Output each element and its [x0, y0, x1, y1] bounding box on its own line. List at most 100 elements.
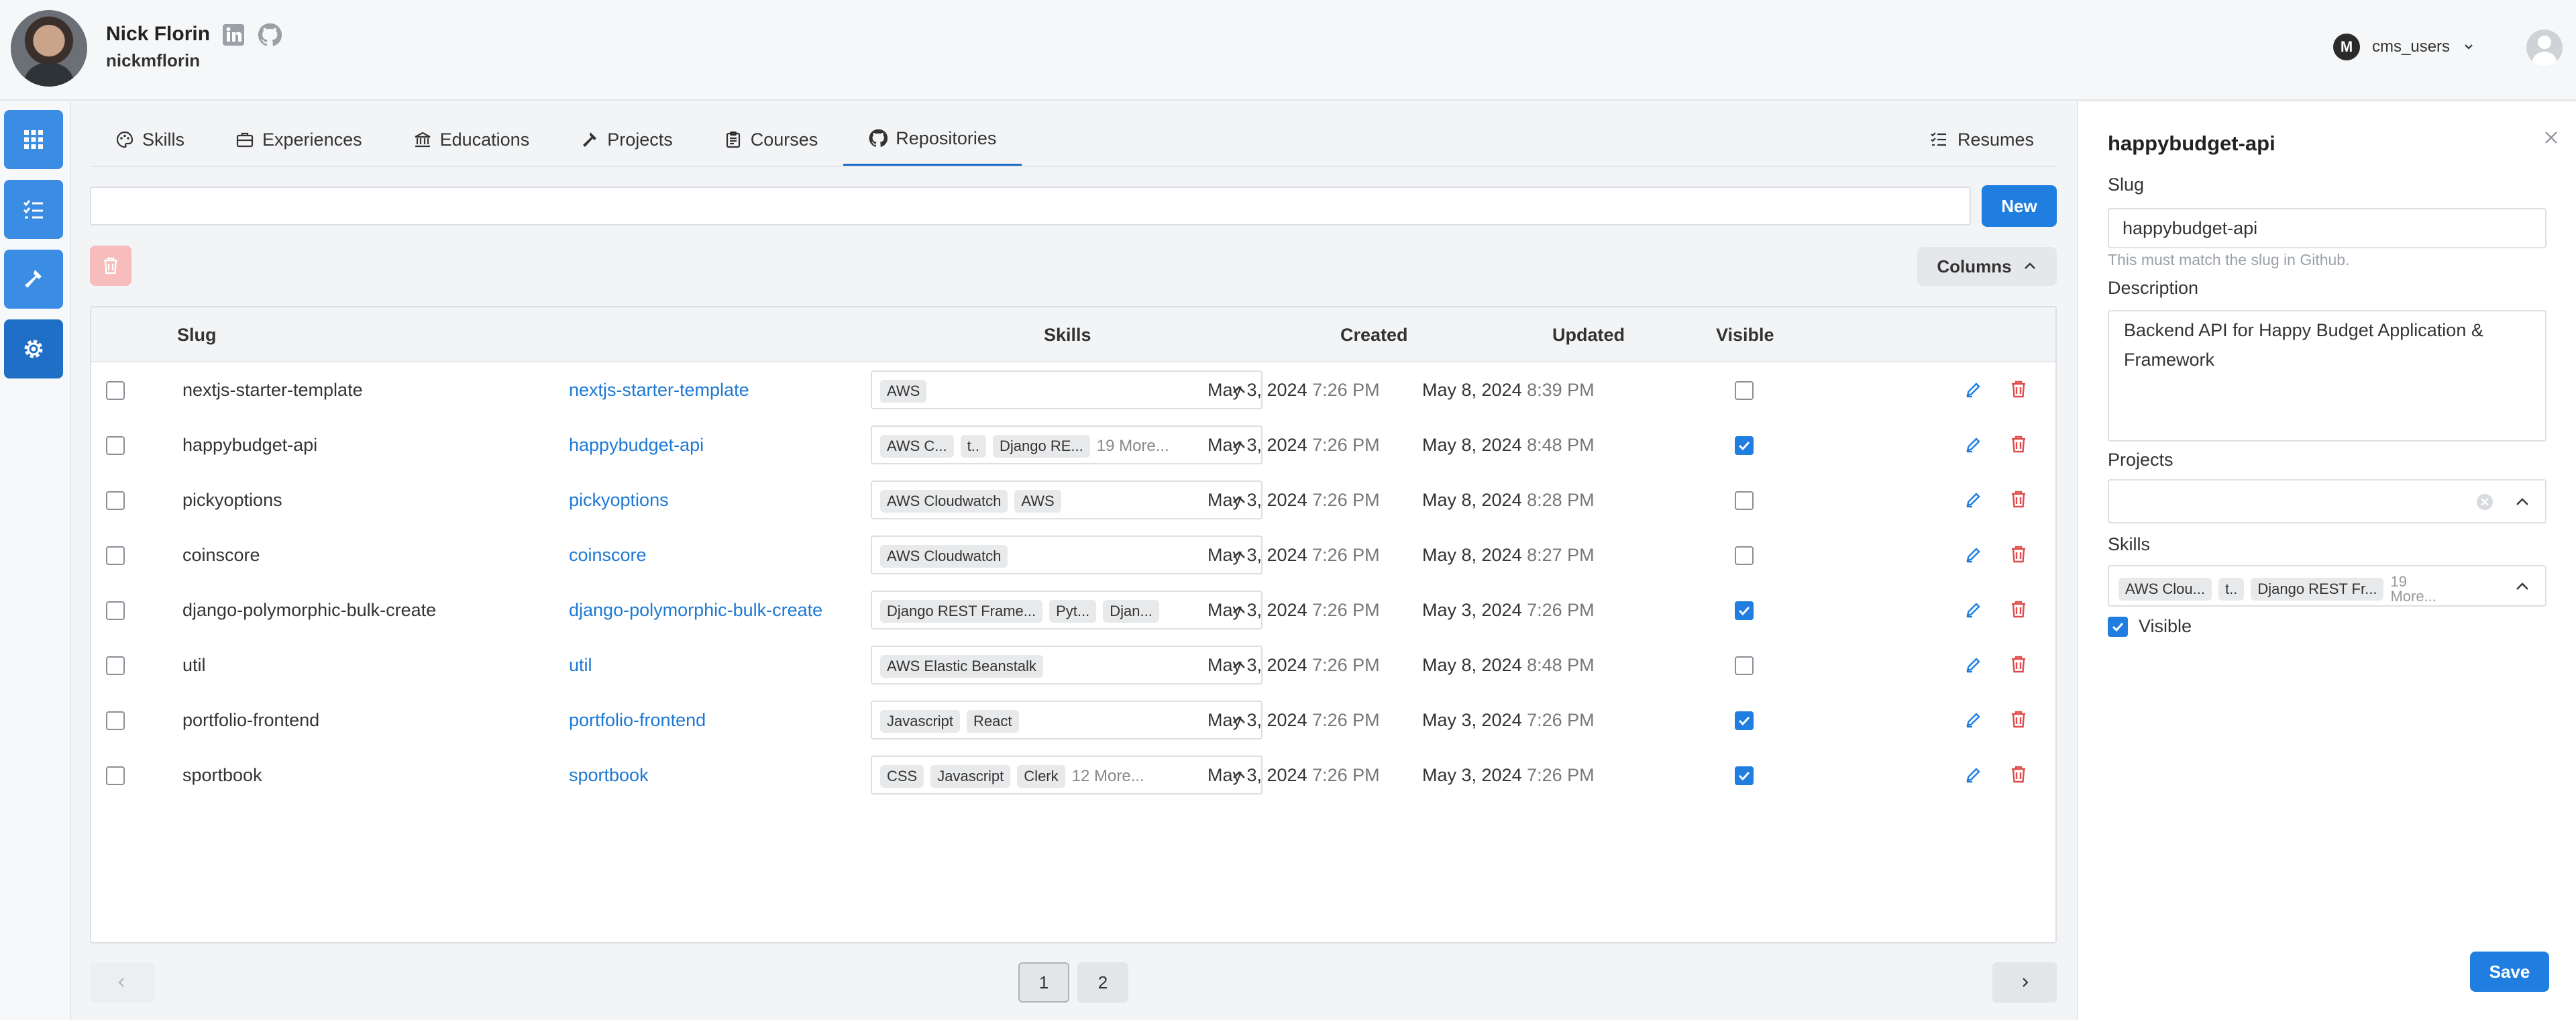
- sidebar-settings-button[interactable]: [4, 319, 63, 378]
- row-skills-select[interactable]: AWS Elastic Beanstalk: [871, 646, 1263, 684]
- row-visible-checkbox[interactable]: [1735, 381, 1754, 400]
- pencil-icon[interactable]: [1964, 490, 1983, 512]
- created-time: 7:26 PM: [1312, 655, 1380, 675]
- tab-courses[interactable]: Courses: [698, 113, 844, 166]
- user-avatar[interactable]: [2526, 30, 2563, 66]
- skills-label: Skills: [2108, 534, 2151, 554]
- tab-repositories[interactable]: Repositories: [843, 113, 1022, 166]
- row-select-checkbox[interactable]: [106, 766, 125, 785]
- tab-experiences[interactable]: Experiences: [210, 113, 388, 166]
- row-repository-link[interactable]: util: [569, 655, 592, 676]
- chevron-up-icon: [2516, 498, 2528, 505]
- chevron-down-icon: [2465, 44, 2473, 50]
- row-repository-link[interactable]: happybudget-api: [569, 435, 704, 456]
- row-visible-checkbox[interactable]: [1735, 436, 1754, 455]
- pencil-icon[interactable]: [1964, 765, 1983, 787]
- pencil-icon[interactable]: [1964, 545, 1983, 567]
- row-skills-select[interactable]: AWS Cloudwatch AWS: [871, 480, 1263, 519]
- row-visible-checkbox[interactable]: [1735, 546, 1754, 565]
- sidebar-hammer-button[interactable]: [4, 250, 63, 309]
- sidebar-list-button[interactable]: [4, 180, 63, 239]
- close-icon[interactable]: [2540, 126, 2563, 149]
- row-updated: May 8, 2024 8:39 PM: [1422, 380, 1595, 401]
- updated-date: May 3, 2024: [1422, 765, 1522, 785]
- columns-button[interactable]: Columns: [1917, 247, 2057, 286]
- clear-icon[interactable]: [2475, 493, 2494, 511]
- skill-chip: CSS: [880, 765, 924, 788]
- briefcase-icon: [236, 132, 254, 148]
- visible-checkbox[interactable]: Visible: [2108, 616, 2192, 637]
- row-repository-link[interactable]: nextjs-starter-template: [569, 380, 749, 401]
- trash-icon[interactable]: [2010, 490, 2027, 512]
- row-visible-checkbox[interactable]: [1735, 711, 1754, 730]
- row-visible-checkbox[interactable]: [1735, 766, 1754, 785]
- tenant-switcher[interactable]: M cms_users: [2333, 34, 2475, 60]
- trash-icon[interactable]: [2010, 600, 2027, 622]
- description-field[interactable]: Backend API for Happy Budget Application…: [2108, 310, 2546, 442]
- pencil-icon[interactable]: [1964, 655, 1983, 677]
- row-select-checkbox[interactable]: [106, 656, 125, 675]
- trash-icon[interactable]: [2010, 545, 2027, 567]
- row-select-checkbox[interactable]: [106, 601, 125, 620]
- pencil-icon[interactable]: [1964, 435, 1983, 457]
- chevron-right-icon: [2023, 978, 2029, 987]
- row-updated: May 3, 2024 7:26 PM: [1422, 600, 1595, 621]
- projects-select[interactable]: [2108, 479, 2546, 523]
- row-repository-link[interactable]: coinscore: [569, 545, 647, 566]
- row-skills-select[interactable]: CSS Javascript Clerk 12 More...: [871, 756, 1263, 795]
- row-repository-link[interactable]: portfolio-frontend: [569, 710, 706, 731]
- description-label: Description: [2108, 278, 2199, 298]
- trash-icon[interactable]: [2010, 655, 2027, 677]
- table-row: happybudget-api happybudget-api AWS C... t.…: [91, 417, 2055, 472]
- pencil-icon[interactable]: [1964, 380, 1983, 402]
- row-visible-checkbox[interactable]: [1735, 601, 1754, 620]
- row-select-checkbox[interactable]: [106, 491, 125, 510]
- row-skills-select[interactable]: AWS: [871, 370, 1263, 409]
- new-button[interactable]: New: [1982, 185, 2057, 227]
- next-page-button[interactable]: [1992, 962, 2057, 1003]
- row-select-checkbox[interactable]: [106, 711, 125, 730]
- trash-icon[interactable]: [2010, 710, 2027, 732]
- skills-select[interactable]: AWS Clou... t.. Django REST Fr... 19 More..…: [2108, 565, 2546, 607]
- row-select-checkbox[interactable]: [106, 546, 125, 565]
- trash-icon[interactable]: [2010, 435, 2027, 457]
- row-select-checkbox[interactable]: [106, 436, 125, 455]
- row-repository-link[interactable]: django-polymorphic-bulk-create: [569, 600, 822, 621]
- row-repository-link[interactable]: sportbook: [569, 765, 649, 786]
- save-button[interactable]: Save: [2470, 952, 2549, 992]
- tab-projects[interactable]: Projects: [555, 113, 698, 166]
- tab-skills[interactable]: Skills: [90, 113, 210, 166]
- tab-resumes[interactable]: Resumes: [1929, 113, 2034, 166]
- row-skills-select[interactable]: Javascript React: [871, 701, 1263, 740]
- pencil-icon[interactable]: [1964, 600, 1983, 622]
- linkedin-icon[interactable]: [221, 23, 246, 47]
- profile-name: Nick Florin: [106, 23, 211, 45]
- row-select-checkbox[interactable]: [106, 381, 125, 400]
- row-created: May 3, 2024 7:26 PM: [1208, 380, 1380, 401]
- row-visible-checkbox[interactable]: [1735, 656, 1754, 675]
- slug-field[interactable]: [2108, 208, 2546, 248]
- row-repository-link[interactable]: pickyoptions: [569, 490, 669, 511]
- row-visible-checkbox[interactable]: [1735, 491, 1754, 510]
- page-2-button[interactable]: 2: [1077, 962, 1128, 1003]
- trash-icon[interactable]: [2010, 765, 2027, 787]
- tab-educations[interactable]: Educations: [388, 113, 555, 166]
- pencil-icon[interactable]: [1964, 710, 1983, 732]
- search-input[interactable]: [90, 187, 1971, 225]
- github-icon: [869, 129, 888, 147]
- previous-page-button[interactable]: [90, 962, 154, 1003]
- row-updated: May 3, 2024 7:26 PM: [1422, 765, 1595, 786]
- tab-divider: [90, 166, 2057, 167]
- created-date: May 3, 2024: [1208, 380, 1307, 400]
- github-icon[interactable]: [258, 23, 282, 47]
- page-1-button[interactable]: 1: [1018, 962, 1069, 1003]
- row-skills-select[interactable]: AWS Cloudwatch: [871, 536, 1263, 574]
- delete-selected-button[interactable]: [90, 246, 131, 286]
- panel-title: happybudget-api: [2108, 132, 2275, 155]
- row-skills-select[interactable]: AWS C... t.. Django RE... 19 More...: [871, 425, 1263, 464]
- trash-icon[interactable]: [2010, 380, 2027, 402]
- row-updated: May 8, 2024 8:48 PM: [1422, 655, 1595, 676]
- sidebar-dashboard-button[interactable]: [4, 110, 63, 169]
- row-skills-select[interactable]: Django REST Frame... Pyt... Djan...: [871, 591, 1263, 629]
- created-time: 7:26 PM: [1312, 765, 1380, 785]
